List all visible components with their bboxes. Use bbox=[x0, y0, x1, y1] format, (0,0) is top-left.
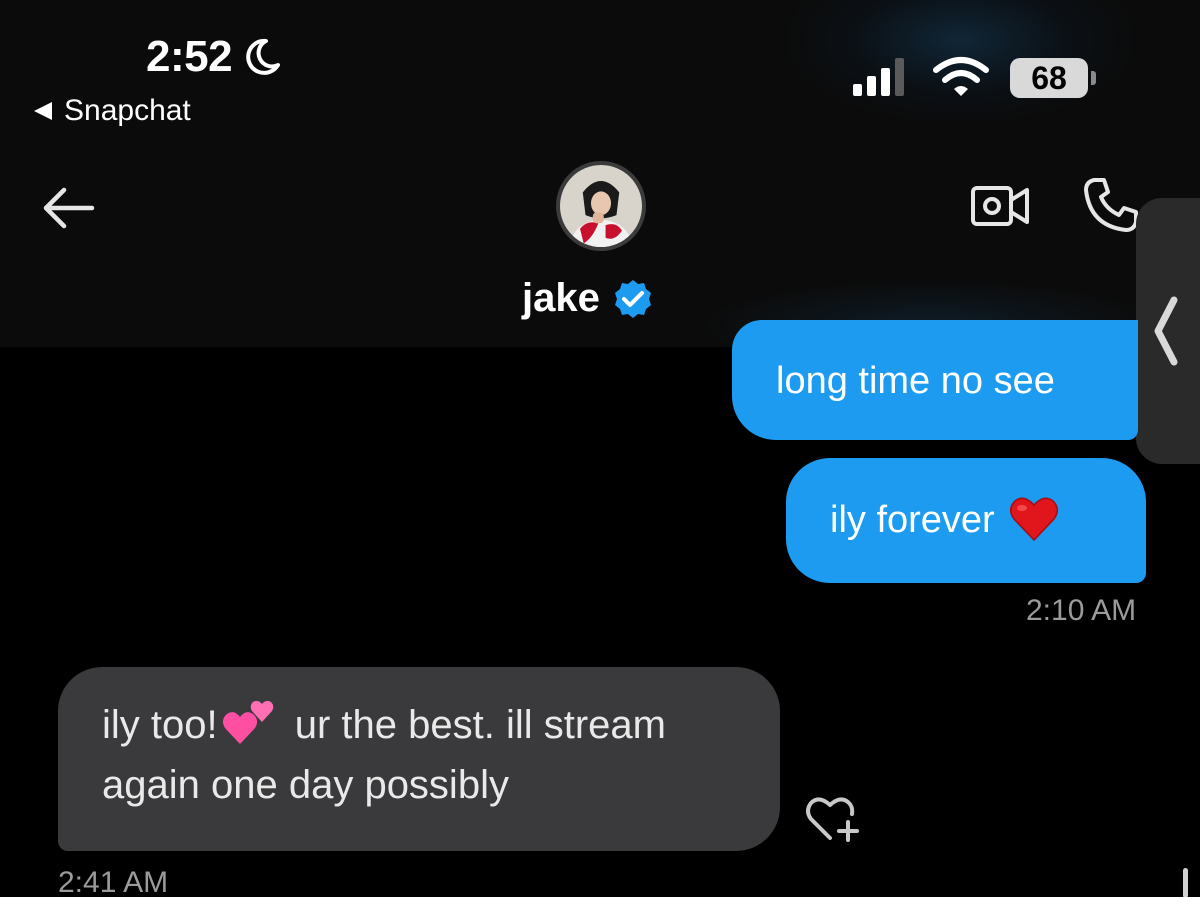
back-to-app-label: Snapchat bbox=[64, 94, 191, 127]
wifi-icon bbox=[933, 57, 989, 96]
battery-level: 68 bbox=[1010, 58, 1088, 98]
moon-icon bbox=[246, 38, 281, 75]
phone-call-icon[interactable] bbox=[1082, 176, 1140, 234]
red-heart-icon bbox=[1009, 497, 1058, 542]
message-text: ily forever bbox=[830, 499, 995, 541]
message-timestamp: 2:41 AM bbox=[58, 866, 169, 897]
battery-tip bbox=[1091, 71, 1096, 85]
avatar-image bbox=[560, 165, 642, 247]
back-triangle-icon bbox=[34, 102, 52, 120]
chevron-left-icon bbox=[1154, 296, 1178, 366]
verified-icon bbox=[614, 279, 651, 318]
status-time-label: 2:52 bbox=[146, 32, 233, 81]
battery-icon: 68 bbox=[1010, 58, 1096, 98]
two-hearts-icon bbox=[222, 700, 273, 744]
contact-name[interactable]: jake bbox=[522, 276, 654, 321]
status-time: 2:52 bbox=[146, 32, 282, 82]
avatar[interactable] bbox=[556, 161, 646, 251]
message-text: long time no see bbox=[776, 360, 1055, 402]
message-bubble-outgoing[interactable]: long time no see bbox=[732, 320, 1138, 440]
side-panel-handle[interactable] bbox=[1136, 198, 1200, 464]
back-arrow-icon[interactable] bbox=[40, 186, 96, 230]
contact-name-label: jake bbox=[522, 276, 600, 320]
back-to-app-link[interactable]: Snapchat bbox=[34, 94, 191, 128]
message-text: ily too! bbox=[102, 703, 218, 747]
message-bubble-incoming[interactable]: ily too! ur the best. ill stream again o… bbox=[58, 667, 780, 851]
scrollbar[interactable] bbox=[1183, 868, 1188, 897]
signal-icon bbox=[853, 58, 904, 96]
video-call-icon[interactable] bbox=[970, 180, 1032, 232]
heart-plus-icon[interactable] bbox=[804, 792, 862, 844]
message-bubble-outgoing[interactable]: ily forever bbox=[786, 458, 1146, 583]
message-timestamp: 2:10 AM bbox=[1026, 594, 1137, 627]
chat-screen: 2:52 Snapchat 68 jake long time no see i… bbox=[0, 0, 1200, 897]
